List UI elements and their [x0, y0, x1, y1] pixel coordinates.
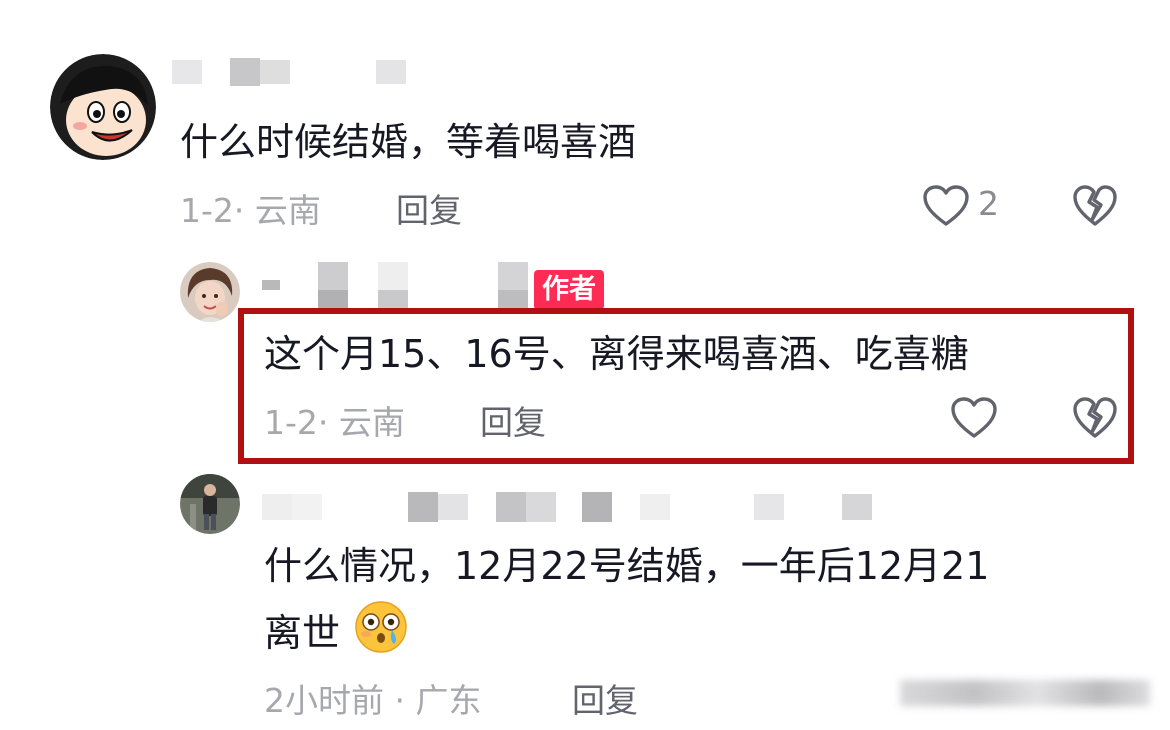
like-button[interactable]	[922, 184, 970, 228]
flushed-crying-emoji	[354, 600, 408, 668]
broken-heart-icon	[1073, 185, 1117, 226]
heart-outline-icon	[923, 185, 969, 226]
source-watermark	[900, 668, 1156, 714]
author-badge: 作者	[534, 270, 604, 310]
reply-button[interactable]: 回复	[572, 674, 638, 722]
comment-text-line2: 离世	[264, 600, 408, 668]
comment-text: 什么时候结婚，等着喝喜酒	[180, 120, 637, 164]
username-blurred[interactable]	[172, 58, 412, 86]
username-blurred[interactable]	[262, 490, 872, 524]
avatar[interactable]	[50, 54, 156, 160]
like-button[interactable]	[950, 396, 998, 440]
comment-text-line2-words: 离世	[264, 611, 341, 655]
comment-time-location: 2小时前 · 广东	[264, 681, 482, 720]
dislike-button[interactable]	[1072, 184, 1118, 228]
reply-button[interactable]: 回复	[396, 184, 462, 232]
avatar[interactable]	[180, 474, 240, 534]
username-blurred[interactable]	[262, 262, 528, 310]
comment-text: 这个月15、16号、离得来喝喜酒、吃喜糖	[264, 332, 969, 376]
comment-time-location: 1-2· 云南	[264, 403, 405, 442]
avatar[interactable]	[180, 262, 240, 322]
dislike-button[interactable]	[1072, 396, 1118, 440]
reply-button[interactable]: 回复	[480, 396, 546, 444]
comment-text-line1: 什么情况，12月22号结婚，一年后12月21	[264, 544, 990, 588]
heart-outline-icon	[951, 397, 997, 438]
comment-time-location: 1-2· 云南	[180, 191, 321, 230]
broken-heart-icon	[1073, 397, 1117, 438]
like-count: 2	[978, 184, 999, 223]
